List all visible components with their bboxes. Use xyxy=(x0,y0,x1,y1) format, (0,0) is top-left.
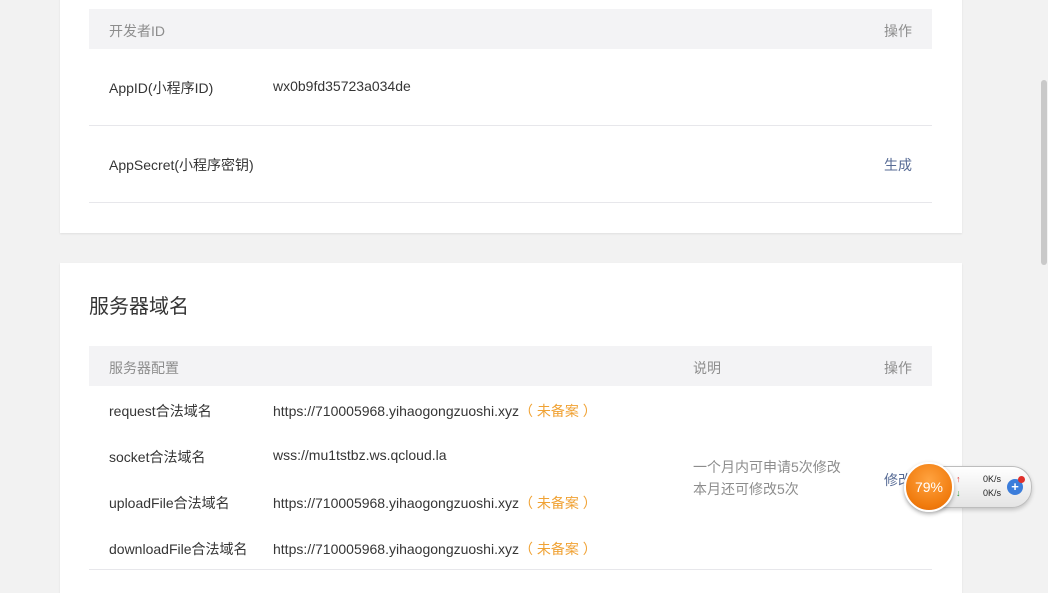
appsecret-row: AppSecret(小程序密钥) 生成 xyxy=(89,126,932,203)
socket-domain-label: socket合法域名 xyxy=(109,449,206,465)
appid-value: wx0b9fd35723a034de xyxy=(273,78,411,94)
download-speed: 0K/s xyxy=(983,488,1002,498)
appid-label: AppID(小程序ID) xyxy=(109,80,214,96)
server-header-action: 操作 xyxy=(884,360,912,376)
request-domain-url: https://710005968.yihaogongzuoshi.xyz xyxy=(273,403,519,419)
download-arrow-icon: ↓ xyxy=(956,488,961,498)
developer-header-label: 开发者ID xyxy=(109,23,165,39)
upload-domain-label: uploadFile合法域名 xyxy=(109,495,230,511)
upload-domain-value: https://710005968.yihaogongzuoshi.xyz（ 未… xyxy=(273,493,597,513)
download-domain-url: https://710005968.yihaogongzuoshi.xyz xyxy=(273,541,519,557)
download-domain-badge: （ 未备案 ） xyxy=(518,541,597,557)
table-divider xyxy=(89,569,932,570)
modify-note: 一个月内可申请5次修改 本月还可修改5次 xyxy=(693,456,841,500)
appid-row: AppID(小程序ID) wx0b9fd35723a034de xyxy=(89,49,932,126)
request-domain-label: request合法域名 xyxy=(109,403,212,419)
server-domain-title: 服务器域名 xyxy=(89,296,189,318)
upload-domain-url: https://710005968.yihaogongzuoshi.xyz xyxy=(273,495,519,511)
notification-dot-icon xyxy=(1018,476,1025,483)
memory-usage-ball[interactable]: 79% xyxy=(904,462,954,512)
generate-secret-link[interactable]: 生成 xyxy=(884,155,912,175)
upload-speed: 0K/s xyxy=(983,474,1002,484)
request-domain-badge: （ 未备案 ） xyxy=(518,403,597,419)
request-domain-value: https://710005968.yihaogongzuoshi.xyz（ 未… xyxy=(273,401,597,421)
modify-note-line2: 本月还可修改5次 xyxy=(693,481,799,497)
upload-domain-badge: （ 未备案 ） xyxy=(518,495,597,511)
socket-domain-value: wss://mu1tstbz.ws.qcloud.la xyxy=(273,447,447,463)
developer-id-card: 开发者ID 操作 AppID(小程序ID) wx0b9fd35723a034de… xyxy=(60,0,962,233)
appsecret-label: AppSecret(小程序密钥) xyxy=(109,157,254,173)
modify-note-line1: 一个月内可申请5次修改 xyxy=(693,459,841,475)
download-domain-label: downloadFile合法域名 xyxy=(109,541,248,557)
server-header-desc: 说明 xyxy=(693,360,721,376)
download-domain-value: https://710005968.yihaogongzuoshi.xyz（ 未… xyxy=(273,539,597,559)
server-table-header: 服务器配置 说明 操作 xyxy=(89,346,932,386)
developer-table-header: 开发者ID 操作 xyxy=(89,9,932,49)
page-scrollbar[interactable] xyxy=(1041,80,1047,265)
upload-arrow-icon: ↑ xyxy=(956,474,961,484)
server-domain-card: 服务器域名 服务器配置 说明 操作 request合法域名 https://71… xyxy=(60,263,962,593)
developer-header-action: 操作 xyxy=(884,23,912,39)
server-header-config: 服务器配置 xyxy=(109,360,179,376)
